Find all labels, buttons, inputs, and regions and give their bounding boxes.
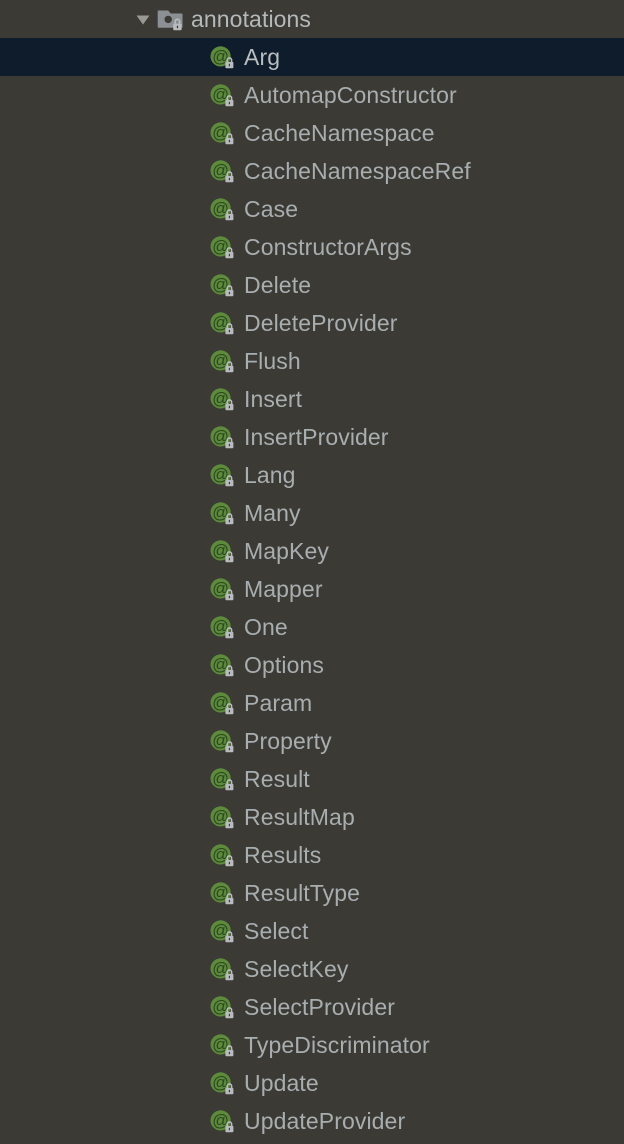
annotation-locked-icon: @ [208, 874, 238, 912]
tree-item[interactable]: @DeleteProvider [0, 304, 624, 342]
tree-item[interactable]: @UpdateProvider [0, 1102, 624, 1140]
tree-item-label: ResultMap [238, 798, 355, 836]
tree-item-label: Many [238, 494, 301, 532]
tree-item[interactable]: @ResultType [0, 874, 624, 912]
tree-item[interactable]: @SelectKey [0, 950, 624, 988]
tree-item[interactable]: @CacheNamespaceRef [0, 152, 624, 190]
tree-item-label: Property [238, 722, 332, 760]
tree-item[interactable]: @AutomapConstructor [0, 76, 624, 114]
tree-item-label: One [238, 608, 288, 646]
package-folder-locked-icon [156, 0, 186, 38]
annotation-locked-icon: @ [208, 114, 238, 152]
annotation-locked-icon: @ [208, 1026, 238, 1064]
annotation-locked-icon: @ [208, 228, 238, 266]
annotation-locked-icon: @ [208, 1064, 238, 1102]
tree-item[interactable]: @Param [0, 684, 624, 722]
annotation-locked-icon: @ [208, 304, 238, 342]
annotation-locked-icon: @ [208, 380, 238, 418]
tree-item-label: AutomapConstructor [238, 76, 457, 114]
annotation-locked-icon: @ [208, 608, 238, 646]
tree-item-label: Param [238, 684, 312, 722]
tree-item-label: Flush [238, 342, 301, 380]
tree-item-label: MapKey [238, 532, 329, 570]
tree-item[interactable]: @SelectProvider [0, 988, 624, 1026]
tree-item[interactable]: @Arg [0, 38, 624, 76]
annotation-locked-icon: @ [208, 836, 238, 874]
tree-item[interactable]: @Results [0, 836, 624, 874]
tree-item-label: Mapper [238, 570, 323, 608]
tree-item[interactable]: @ResultMap [0, 798, 624, 836]
annotation-locked-icon: @ [208, 76, 238, 114]
annotation-locked-icon: @ [208, 152, 238, 190]
tree-item-label: Options [238, 646, 324, 684]
tree-item[interactable]: @TypeDiscriminator [0, 1026, 624, 1064]
annotation-locked-icon: @ [208, 570, 238, 608]
annotation-locked-icon: @ [208, 38, 238, 76]
annotation-locked-icon: @ [208, 684, 238, 722]
tree-item[interactable]: @Options [0, 646, 624, 684]
annotation-locked-icon: @ [208, 950, 238, 988]
tree-item[interactable]: @CacheNamespace [0, 114, 624, 152]
annotation-locked-icon: @ [208, 418, 238, 456]
tree-item[interactable]: @Select [0, 912, 624, 950]
tree-item-label: TypeDiscriminator [238, 1026, 430, 1064]
tree-item[interactable]: @Many [0, 494, 624, 532]
annotation-locked-icon: @ [208, 532, 238, 570]
tree-item[interactable]: @Update [0, 1064, 624, 1102]
annotation-locked-icon: @ [208, 456, 238, 494]
annotation-locked-icon: @ [208, 190, 238, 228]
tree-item[interactable]: @Lang [0, 456, 624, 494]
tree-item[interactable]: @Result [0, 760, 624, 798]
tree-item-label: Results [238, 836, 321, 874]
tree-item-label: SelectProvider [238, 988, 395, 1026]
chevron-down-icon[interactable] [130, 0, 156, 38]
tree-item-label: DeleteProvider [238, 304, 398, 342]
tree-item[interactable]: @MapKey [0, 532, 624, 570]
tree-item-label: UpdateProvider [238, 1102, 405, 1140]
tree-item-label: InsertProvider [238, 418, 389, 456]
tree-node-annotations[interactable]: annotations [0, 0, 624, 38]
tree-item-label: CacheNamespace [238, 114, 435, 152]
tree-item-label: ResultType [238, 874, 360, 912]
tree-item[interactable]: @Flush [0, 342, 624, 380]
tree-item[interactable]: @Delete [0, 266, 624, 304]
tree-item-label: Lang [238, 456, 296, 494]
tree-item[interactable]: @Insert [0, 380, 624, 418]
annotation-locked-icon: @ [208, 1102, 238, 1140]
annotation-locked-icon: @ [208, 266, 238, 304]
tree-item-label: Arg [238, 38, 280, 76]
tree-item[interactable]: @Case [0, 190, 624, 228]
annotation-locked-icon: @ [208, 722, 238, 760]
annotation-locked-icon: @ [208, 646, 238, 684]
tree-item-label: Result [238, 760, 310, 798]
tree-item[interactable]: @One [0, 608, 624, 646]
tree-node-label: annotations [186, 0, 311, 38]
tree-item-label: Update [238, 1064, 319, 1102]
annotation-locked-icon: @ [208, 760, 238, 798]
tree-item-label: Select [238, 912, 309, 950]
annotation-locked-icon: @ [208, 342, 238, 380]
project-tree[interactable]: annotations@Arg@AutomapConstructor@Cache… [0, 0, 624, 1144]
tree-item-label: Insert [238, 380, 302, 418]
tree-item[interactable]: @ConstructorArgs [0, 228, 624, 266]
tree-item-label: SelectKey [238, 950, 348, 988]
tree-item-label: Delete [238, 266, 311, 304]
tree-item-label: CacheNamespaceRef [238, 152, 471, 190]
tree-item[interactable]: @InsertProvider [0, 418, 624, 456]
tree-item-label: ConstructorArgs [238, 228, 412, 266]
annotation-locked-icon: @ [208, 988, 238, 1026]
annotation-locked-icon: @ [208, 798, 238, 836]
annotation-locked-icon: @ [208, 494, 238, 532]
annotation-locked-icon: @ [208, 912, 238, 950]
tree-item-label: Case [238, 190, 298, 228]
tree-item[interactable]: @Mapper [0, 570, 624, 608]
tree-item[interactable]: @Property [0, 722, 624, 760]
